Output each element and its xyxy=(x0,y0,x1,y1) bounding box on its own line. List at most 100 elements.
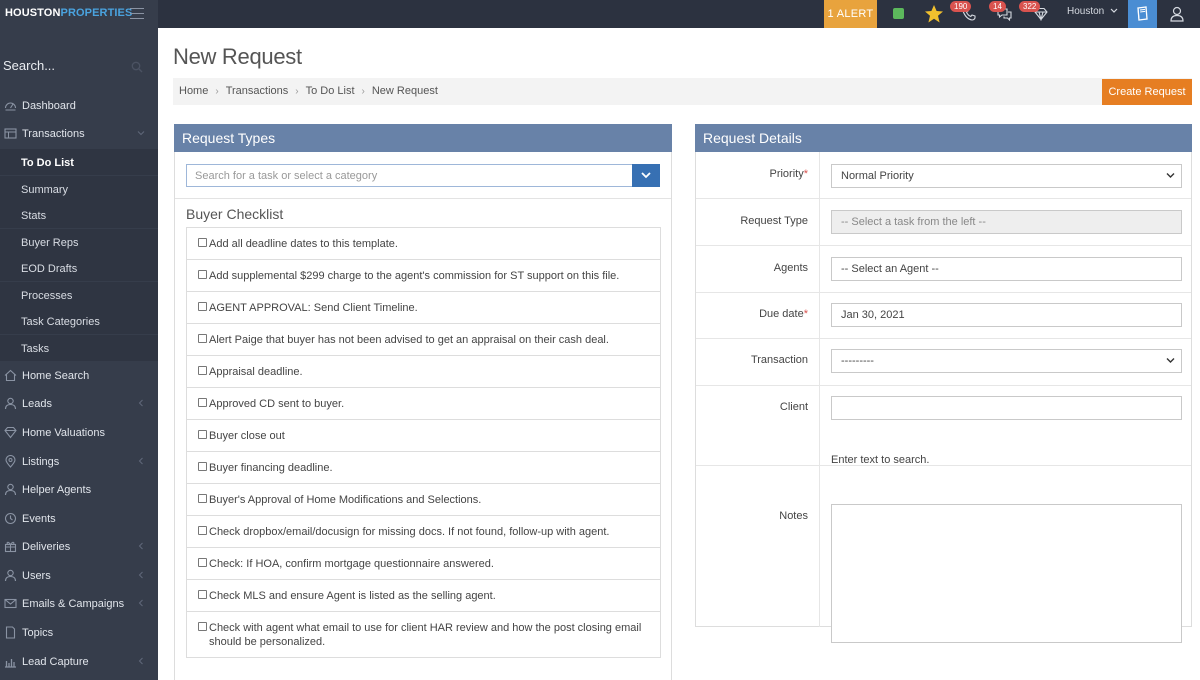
sidebar-item-topics[interactable]: Topics xyxy=(0,619,158,647)
checkbox[interactable] xyxy=(198,430,207,439)
sidebar-item-deliveries[interactable]: Deliveries xyxy=(0,533,158,561)
sidebar-item-label: Users xyxy=(22,570,51,582)
sidebar-subitem-summary[interactable]: Summary xyxy=(0,176,158,202)
checkbox[interactable] xyxy=(198,558,207,567)
star-icon[interactable] xyxy=(924,4,944,24)
task-search-input[interactable] xyxy=(186,164,633,187)
brand-logo[interactable]: HOUSTONPROPERTIES xyxy=(5,7,132,19)
checklist-title: Buyer Checklist xyxy=(186,206,284,222)
priority-label: Priority* xyxy=(769,168,808,180)
sidebar-search-input[interactable] xyxy=(3,58,128,73)
agents-select[interactable]: -- Select an Agent -- xyxy=(831,257,1182,281)
chevron-left-icon xyxy=(138,457,143,465)
checklist-item[interactable]: Check dropbox/email/docusign for missing… xyxy=(187,516,660,548)
checkbox[interactable] xyxy=(198,462,207,471)
checkbox[interactable] xyxy=(198,526,207,535)
checklist-item[interactable]: Check: If HOA, confirm mortgage question… xyxy=(187,548,660,580)
menu-toggle-icon[interactable] xyxy=(130,8,144,19)
checklist-item[interactable]: Check with agent what email to use for c… xyxy=(187,612,660,658)
checklist-item-label: Check: If HOA, confirm mortgage question… xyxy=(209,558,494,570)
checklist-item[interactable]: Appraisal deadline. xyxy=(187,356,660,388)
dashboard-icon xyxy=(4,102,17,111)
leads-icon xyxy=(4,397,17,410)
checklist-item[interactable]: Alert Paige that buyer has not been advi… xyxy=(187,324,660,356)
status-square-icon[interactable] xyxy=(893,8,904,19)
checklist-item[interactable]: Buyer close out xyxy=(187,420,660,452)
sidebar-subitem-to-do-list[interactable]: To Do List xyxy=(0,149,158,175)
sidebar-item-dashboard[interactable]: Dashboard xyxy=(0,92,158,120)
checklist-item[interactable]: Check MLS and ensure Agent is listed as … xyxy=(187,580,660,612)
sidebar-item-label: Topics xyxy=(22,627,54,639)
sidebar-item-events[interactable]: Events xyxy=(0,505,158,533)
brand-area: HOUSTONPROPERTIES xyxy=(0,0,158,28)
chevron-down-icon xyxy=(1110,8,1118,13)
checkbox[interactable] xyxy=(198,622,207,631)
sidebar-subitem-label: Tasks xyxy=(21,343,50,355)
sidebar-subitem-label: Task Categories xyxy=(21,316,100,328)
checkbox[interactable] xyxy=(198,494,207,503)
alerts-button[interactable]: 1 ALERT xyxy=(824,0,877,28)
sidebar-subitem-eod-drafts[interactable]: EOD Drafts xyxy=(0,255,158,281)
sidebar-item-label: Listings xyxy=(22,456,60,468)
checklist-item[interactable]: Approved CD sent to buyer. xyxy=(187,388,660,420)
checkbox[interactable] xyxy=(198,398,207,407)
book-icon xyxy=(1137,6,1148,21)
city-selector[interactable]: Houston xyxy=(1067,6,1118,17)
priority-select[interactable]: Normal Priority xyxy=(831,164,1182,188)
chevron-down-icon xyxy=(641,172,651,179)
sidebar-item-listings[interactable]: Listings xyxy=(0,448,158,476)
transaction-select[interactable]: --------- xyxy=(831,349,1182,373)
sidebar-subitem-buyer-reps[interactable]: Buyer Reps xyxy=(0,229,158,255)
checkbox[interactable] xyxy=(198,334,207,343)
users-icon xyxy=(4,569,17,582)
sidebar-item-emails-campaigns[interactable]: Emails & Campaigns xyxy=(0,590,158,618)
sidebar-item-label: Home Valuations xyxy=(22,427,105,439)
user-profile-icon[interactable] xyxy=(1170,6,1184,22)
request-types-header: Request Types xyxy=(174,124,672,152)
checklist-item-label: Check dropbox/email/docusign for missing… xyxy=(209,526,610,538)
sidebar-search xyxy=(0,28,158,88)
breadcrumb-home[interactable]: Home xyxy=(179,85,208,97)
sidebar-item-users[interactable]: Users xyxy=(0,562,158,590)
sidebar-subitem-label: To Do List xyxy=(21,157,74,169)
sidebar-item-leads[interactable]: Leads xyxy=(0,390,158,418)
search-icon[interactable] xyxy=(131,61,143,73)
notes-textarea[interactable] xyxy=(831,504,1182,643)
create-request-button[interactable]: Create Request xyxy=(1102,79,1192,105)
checklist-item[interactable]: Add all deadline dates to this template. xyxy=(187,228,660,260)
sidebar-item-home-valuations[interactable]: Home Valuations xyxy=(0,419,158,447)
city-label: Houston xyxy=(1067,6,1105,17)
checkbox[interactable] xyxy=(198,270,207,279)
client-input[interactable] xyxy=(831,396,1182,420)
checkbox[interactable] xyxy=(198,366,207,375)
sidebar-subitem-label: Processes xyxy=(21,290,73,302)
chevron-down-icon xyxy=(1166,173,1175,178)
breadcrumb-transactions[interactable]: Transactions xyxy=(226,85,289,97)
sidebar-subitem-tasks[interactable]: Tasks xyxy=(0,335,158,361)
bar-chart-icon xyxy=(5,659,16,668)
checklist-item[interactable]: Add supplemental $299 charge to the agen… xyxy=(187,260,660,292)
checkbox[interactable] xyxy=(198,238,207,247)
sidebar-subitem-stats[interactable]: Stats xyxy=(0,202,158,228)
breadcrumb-to-do-list[interactable]: To Do List xyxy=(306,85,355,97)
sidebar-item-home-search[interactable]: Home Search xyxy=(0,362,158,390)
chat-count-badge: 14 xyxy=(989,1,1006,12)
sidebar-item-transactions[interactable]: Transactions xyxy=(0,120,158,148)
checkbox[interactable] xyxy=(198,302,207,311)
breadcrumb: Home › Transactions › To Do List › New Request xyxy=(179,85,438,97)
sidebar-subitem-label: Buyer Reps xyxy=(21,237,79,249)
sidebar-subitem-task-categories[interactable]: Task Categories xyxy=(0,308,158,334)
checklist-item[interactable]: Buyer's Approval of Home Modifications a… xyxy=(187,484,660,516)
sidebar-subitem-processes[interactable]: Processes xyxy=(0,282,158,308)
checklist-item[interactable]: Buyer financing deadline. xyxy=(187,452,660,484)
category-dropdown-button[interactable] xyxy=(632,164,660,187)
checkbox[interactable] xyxy=(198,590,207,599)
due-date-input[interactable]: Jan 30, 2021 xyxy=(831,303,1182,327)
sidebar-item-helper-agents[interactable]: Helper Agents xyxy=(0,476,158,504)
gift-icon xyxy=(4,541,17,553)
sidebar-item-label: Transactions xyxy=(22,128,85,140)
sidebar-item-label: Home Search xyxy=(22,370,90,382)
checklist-item[interactable]: AGENT APPROVAL: Send Client Timeline. xyxy=(187,292,660,324)
sidebar-item-lead-capture[interactable]: Lead Capture xyxy=(0,648,158,676)
book-button[interactable] xyxy=(1128,0,1157,28)
